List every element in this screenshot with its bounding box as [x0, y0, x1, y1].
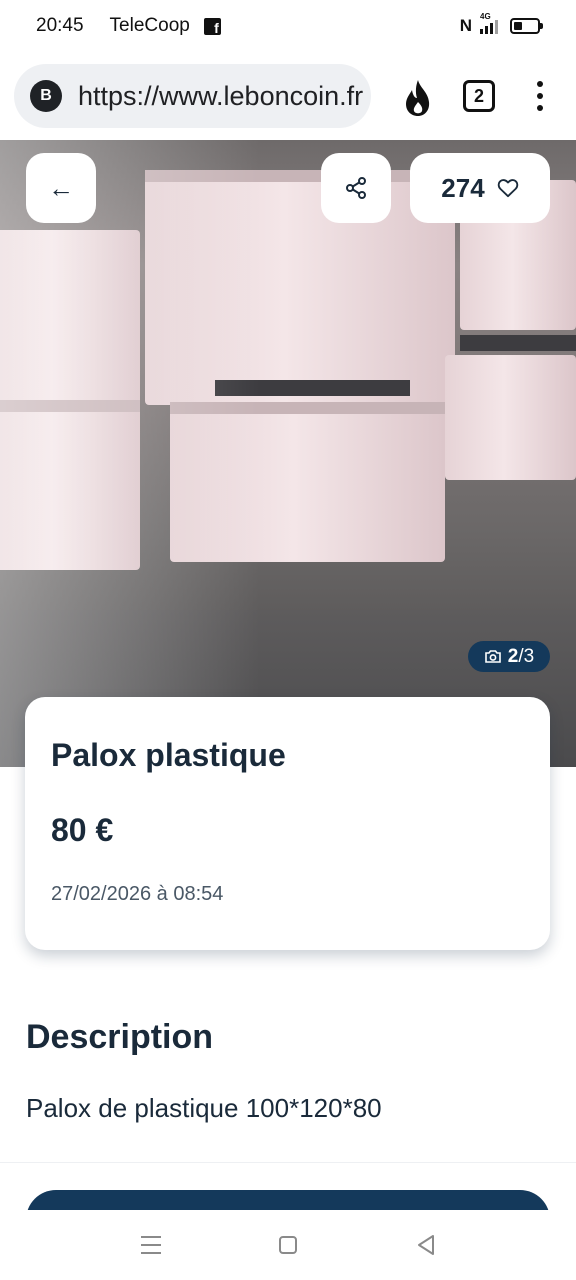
- battery-icon: [510, 18, 543, 34]
- facebook-icon: f: [203, 17, 221, 35]
- share-icon: [346, 177, 366, 199]
- photo-haze: [0, 140, 260, 767]
- status-carrier: TeleCoop: [109, 15, 190, 36]
- tabs-button[interactable]: 2: [463, 80, 495, 112]
- system-nav-bar: [0, 1210, 576, 1280]
- status-time: 20:45: [36, 15, 84, 36]
- listing-price: 80 €: [51, 812, 114, 848]
- photo-counter-total: /3: [518, 645, 535, 667]
- address-bar[interactable]: B https://www.leboncoin.fr: [14, 64, 371, 128]
- photo-counter-text: 2/3: [508, 646, 534, 668]
- description-heading: Description: [26, 1018, 214, 1056]
- photo-slot: [460, 335, 576, 351]
- nfc-icon: N: [459, 16, 472, 35]
- back-button[interactable]: ←: [26, 153, 96, 223]
- back-arrow-icon: ←: [48, 172, 74, 203]
- description-text: Palox de plastique 100*120*80: [26, 1093, 382, 1123]
- browser-toolbar: B https://www.leboncoin.fr 2: [0, 52, 576, 140]
- more-vert-icon[interactable]: [530, 78, 550, 114]
- photo-crate: [445, 355, 576, 480]
- listing-photo[interactable]: [0, 140, 576, 767]
- home-icon[interactable]: [279, 1236, 297, 1254]
- site-favicon: B: [30, 80, 62, 112]
- signal-label: 4G: [480, 12, 491, 21]
- status-indicators: N 4G: [459, 12, 543, 36]
- photo-counter: 2/3: [468, 641, 550, 672]
- listing-info-card: Palox plastique 80 € 27/02/2026 à 08:54: [25, 697, 550, 950]
- favorites-count: 274: [441, 172, 485, 203]
- bottom-action-bar: [0, 1162, 576, 1210]
- status-bar: 20:45 TeleCoop f N 4G: [0, 0, 576, 52]
- contact-button[interactable]: [26, 1190, 550, 1210]
- favorite-button[interactable]: 274: [410, 153, 550, 223]
- camera-icon: [484, 650, 501, 663]
- share-button[interactable]: [321, 153, 391, 223]
- signal-icon: 4G: [480, 12, 498, 34]
- recent-apps-icon[interactable]: [141, 1236, 161, 1254]
- heart-icon: [497, 179, 518, 198]
- photo-counter-current: 2: [507, 645, 519, 667]
- back-nav-icon[interactable]: [416, 1234, 436, 1256]
- url-text[interactable]: https://www.leboncoin.fr: [78, 81, 363, 112]
- listing-title: Palox plastique: [51, 737, 286, 773]
- listing-date: 27/02/2026 à 08:54: [51, 883, 224, 905]
- fire-icon[interactable]: [400, 78, 436, 118]
